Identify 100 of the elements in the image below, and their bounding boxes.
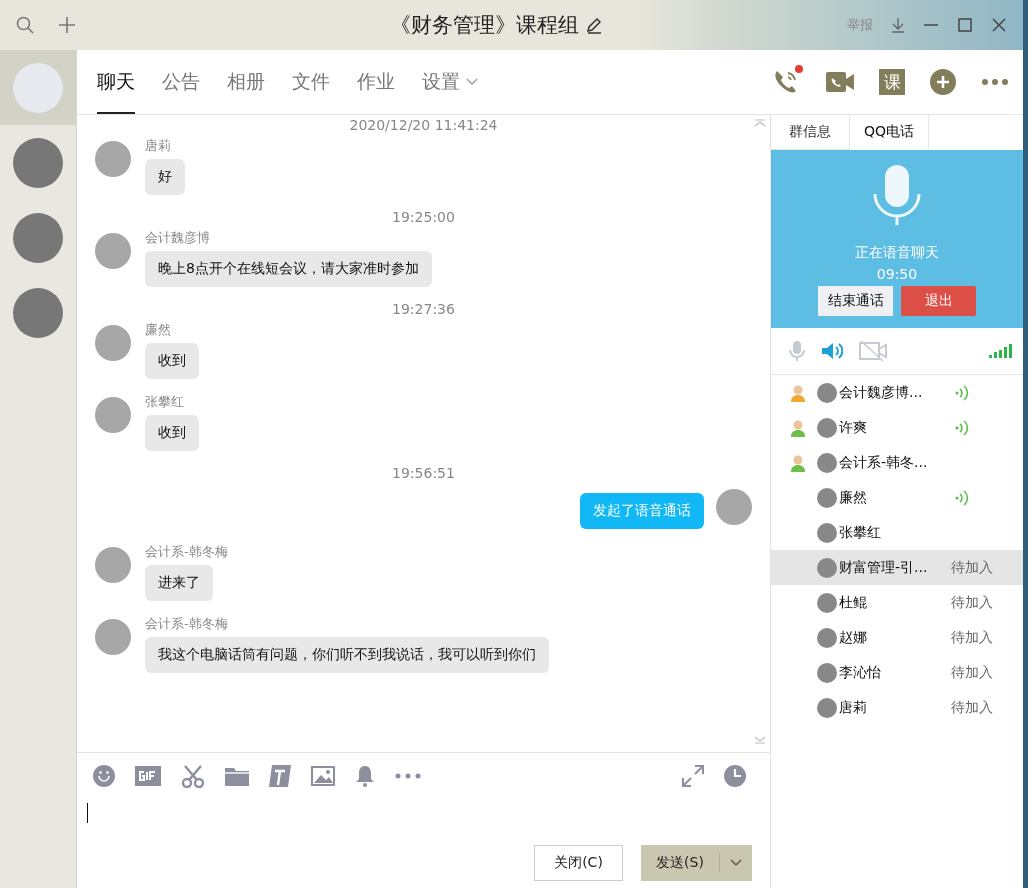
search-icon[interactable] (16, 16, 34, 34)
avatar (95, 141, 131, 177)
member-row[interactable]: 赵娜 待加入 (771, 620, 1023, 655)
tab[interactable]: 公告 (162, 50, 227, 114)
member-row[interactable]: 许爽 (771, 410, 1023, 445)
avatar (13, 212, 63, 263)
call-status: 正在语音聊天 (855, 244, 939, 262)
sender-name: 张攀红 (145, 393, 184, 411)
member-name: 许爽 (839, 418, 867, 437)
tab[interactable]: 设置 (422, 50, 505, 114)
message-bubble: 发起了语音通话 (580, 493, 704, 529)
close-button[interactable]: 关闭(C) (534, 845, 623, 881)
lesson-button[interactable]: 课 (879, 69, 905, 95)
sender-name: 会计系-韩冬梅 (145, 543, 228, 561)
pencil-icon[interactable] (585, 16, 603, 34)
microphone-icon (872, 164, 922, 226)
timestamp: 19:25:00 (392, 209, 455, 225)
member-status: 待加入 (951, 558, 993, 577)
avatar (95, 547, 131, 583)
member-row[interactable]: 会计系-韩冬... (771, 445, 1023, 480)
signal-icon (989, 344, 1013, 358)
avatar (817, 417, 837, 438)
timestamp: 19:27:36 (392, 301, 455, 317)
add-circle-icon[interactable] (929, 68, 957, 96)
avatar (13, 62, 63, 113)
avatar (95, 397, 131, 433)
avatar (817, 382, 837, 403)
message-bubble: 收到 (145, 343, 199, 379)
scroll-up-icon[interactable] (754, 119, 766, 127)
member-name: 财富管理-引... (839, 558, 928, 577)
avatar (13, 137, 63, 188)
member-row[interactable]: 张攀红 (771, 515, 1023, 550)
more-icon[interactable] (395, 773, 421, 779)
avatar (817, 522, 837, 543)
download-icon[interactable] (891, 17, 905, 33)
sender-name: 廉然 (145, 321, 171, 339)
message-bubble: 晚上8点开个在线短会议，请大家准时参加 (145, 251, 432, 287)
member-row[interactable]: 杜鲲 待加入 (771, 585, 1023, 620)
member-name: 李沁怡 (839, 663, 881, 682)
add-icon[interactable] (58, 16, 76, 34)
close-icon[interactable] (991, 17, 1007, 33)
video-call-icon[interactable] (825, 69, 855, 95)
sender-name: 会计魏彦博 (145, 229, 210, 247)
member-name: 廉然 (839, 488, 867, 507)
avatar (817, 452, 837, 473)
expand-icon[interactable] (682, 765, 704, 787)
call-duration: 09:50 (876, 266, 918, 282)
panel-tab[interactable]: 群信息 (771, 115, 850, 150)
bell-icon[interactable] (355, 765, 375, 787)
member-name: 唐莉 (839, 698, 867, 717)
message-bubble: 收到 (145, 415, 199, 451)
member-status: 待加入 (951, 628, 993, 647)
scroll-down-icon[interactable] (754, 736, 766, 744)
member-row[interactable]: 唐莉 待加入 (771, 690, 1023, 725)
gif-icon[interactable] (135, 766, 161, 786)
camera-icon[interactable] (859, 340, 887, 362)
tab[interactable]: 作业 (357, 50, 422, 114)
avatar (817, 627, 837, 648)
sender-name: 会计系-韩冬梅 (145, 615, 228, 633)
member-row[interactable]: 会计魏彦博... (771, 375, 1023, 410)
end-call-button[interactable]: 结束通话 (818, 286, 893, 316)
member-row[interactable]: 财富管理-引... 待加入 (771, 550, 1023, 585)
maximize-icon[interactable] (957, 17, 973, 33)
clock-icon[interactable] (724, 765, 746, 787)
member-name: 杜鲲 (839, 593, 867, 612)
exit-button[interactable]: 退出 (901, 286, 976, 316)
chevron-down-icon[interactable] (730, 859, 742, 867)
avatar (13, 287, 63, 338)
message-bubble: 进来了 (145, 565, 213, 601)
emoji-icon[interactable] (93, 765, 115, 787)
member-name: 赵娜 (839, 628, 867, 647)
tab[interactable]: 文件 (292, 50, 357, 114)
folder-icon[interactable] (225, 766, 249, 786)
member-status: 待加入 (951, 698, 993, 717)
member-row[interactable]: 廉然 (771, 480, 1023, 515)
avatar (95, 619, 131, 655)
timestamp: 19:56:51 (392, 465, 455, 481)
avatar (95, 325, 131, 361)
send-button[interactable]: 发送(S) (641, 845, 752, 881)
tab[interactable]: 聊天 (97, 50, 135, 114)
member-row[interactable]: 李沁怡 待加入 (771, 655, 1023, 690)
member-name: 张攀红 (839, 523, 881, 542)
tab[interactable]: 相册 (227, 50, 292, 114)
microphone-icon[interactable] (789, 340, 805, 362)
scissors-icon[interactable] (181, 764, 205, 788)
avatar (817, 697, 837, 718)
sender-name: 唐莉 (145, 137, 171, 155)
more-icon[interactable] (981, 78, 1009, 86)
member-name: 会计魏彦博... (839, 383, 923, 402)
speaker-icon[interactable] (821, 341, 843, 361)
avatar (817, 662, 837, 683)
message-bubble: 好 (145, 159, 185, 195)
image-icon[interactable] (311, 766, 335, 786)
avatar (817, 592, 837, 613)
timestamp: 2020/12/20 11:41:24 (349, 117, 498, 133)
message-bubble: 我这个电脑话筒有问题，你们听不到我说话，我可以听到你们 (145, 637, 549, 673)
member-status: 待加入 (951, 663, 993, 682)
member-status: 待加入 (951, 593, 993, 612)
window-title: 《财务管理》课程组 (390, 12, 579, 39)
avatar (716, 489, 752, 525)
